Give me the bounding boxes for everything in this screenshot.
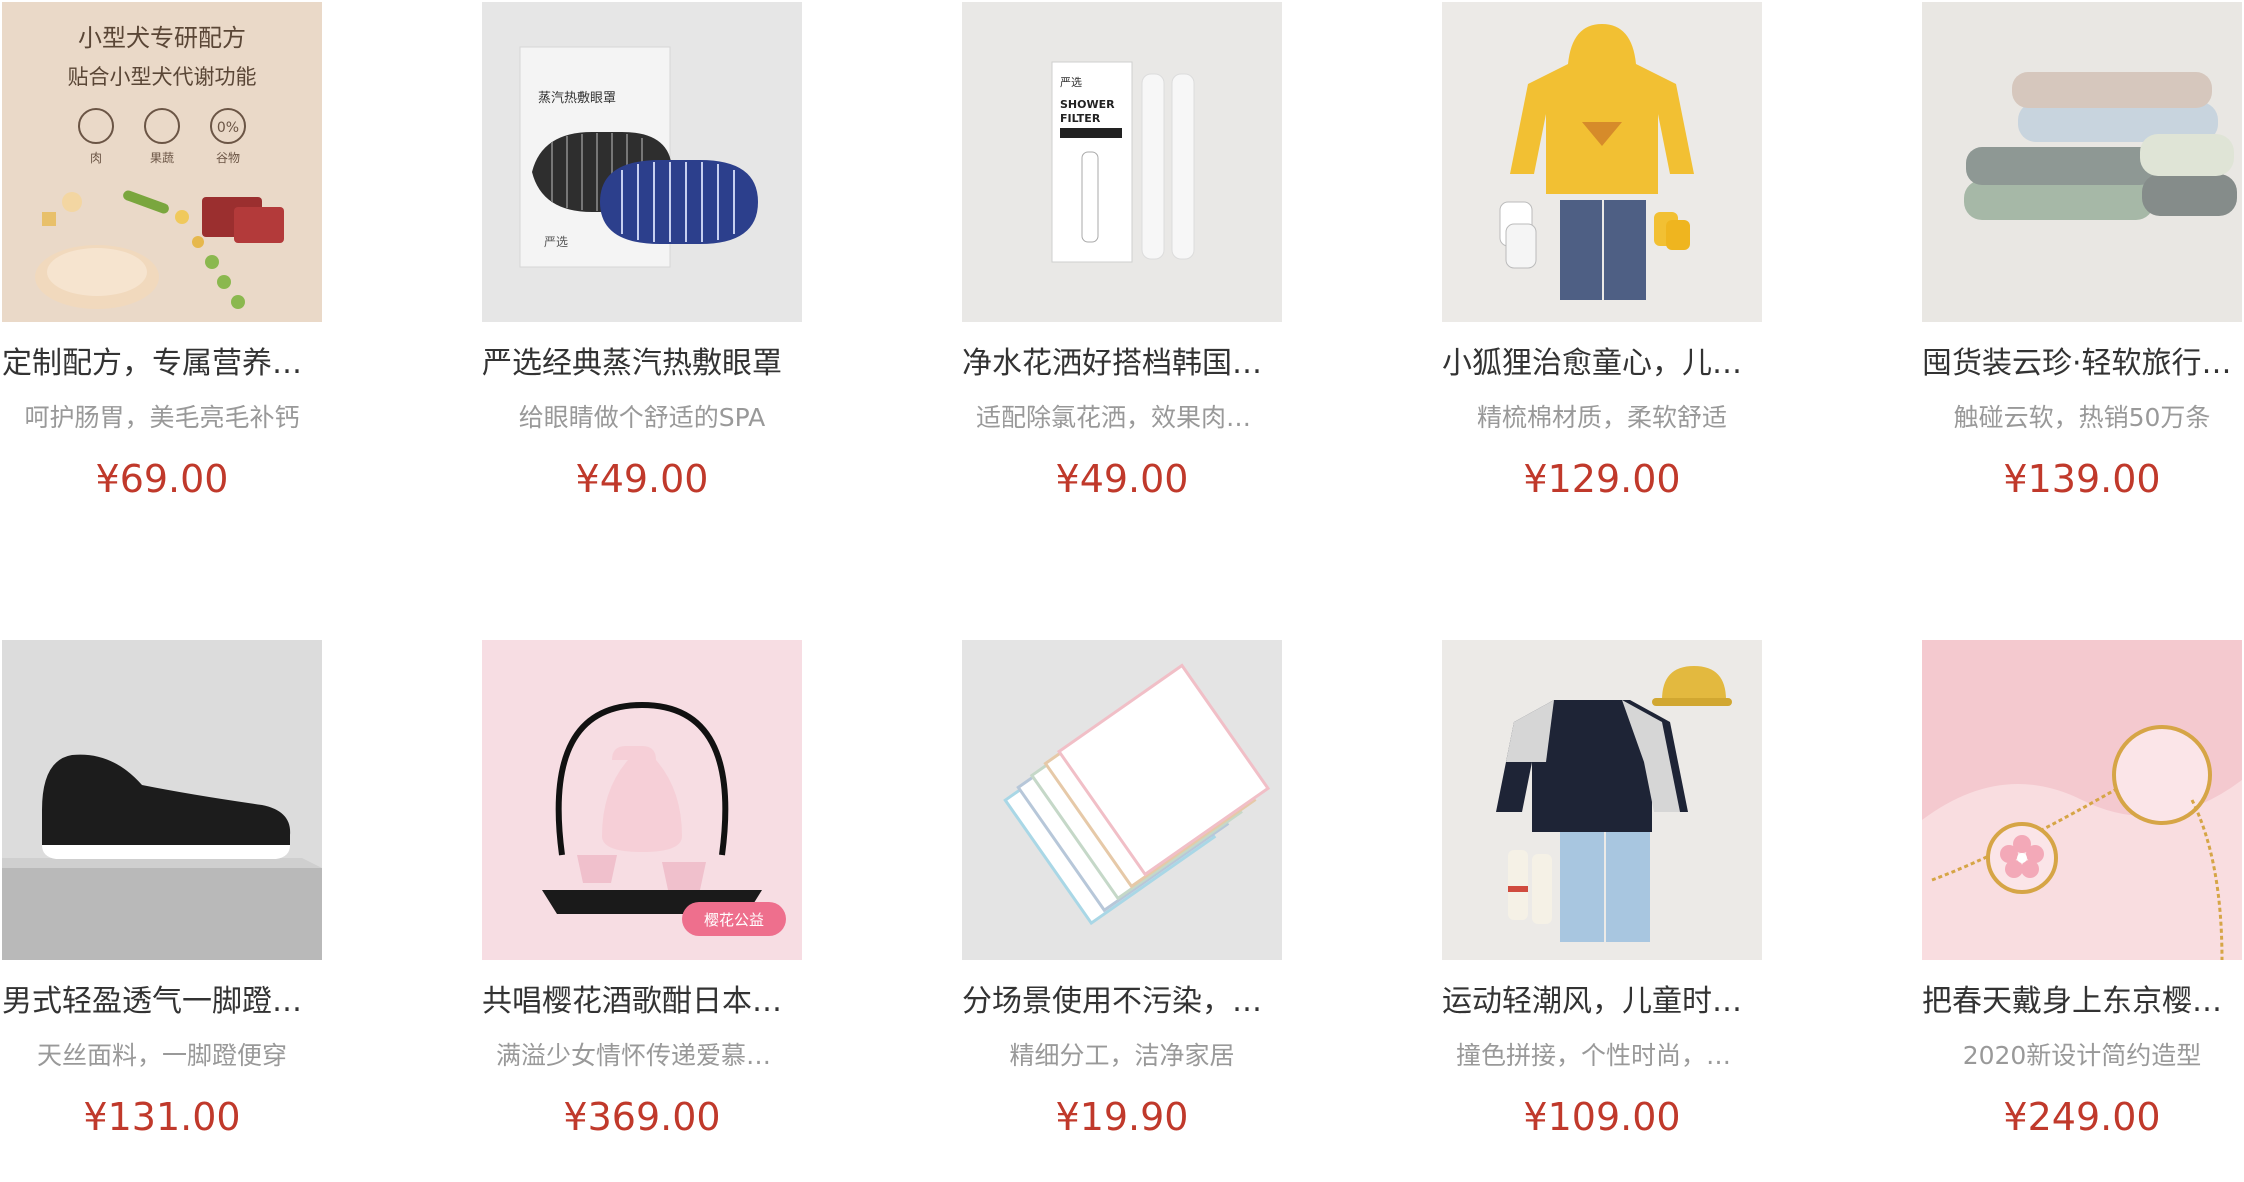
product-price: ¥249.00	[2003, 1095, 2161, 1139]
product-desc: 天丝面料，一脚蹬便穿	[36, 1041, 287, 1070]
product-desc: 撞色拼接，个性时尚，百搭	[1456, 1041, 1757, 1070]
product-desc: 触碰云软，热销50万条	[1953, 403, 2211, 432]
product-image[interactable]	[1442, 2, 1762, 322]
product-image[interactable]	[2, 640, 322, 960]
product-price: ¥69.00	[95, 457, 229, 501]
product-title[interactable]: 共唱樱花酒歌酣日本清酒套装	[482, 980, 802, 1024]
product-desc: 精梳棉材质，柔软舒适	[1476, 403, 1727, 432]
sakura-tag: 樱花公益	[704, 911, 764, 929]
product-price: ¥129.00	[1523, 457, 1681, 501]
product-price: ¥131.00	[83, 1095, 241, 1139]
product-desc: 给眼睛做个舒适的SPA	[518, 403, 766, 432]
product-price: ¥139.00	[2003, 457, 2161, 501]
product-title[interactable]: 净水花洒好搭档韩国进口	[962, 342, 1282, 386]
product-image[interactable]	[1922, 640, 2242, 960]
product-title[interactable]: 囤货装云珍·轻软旅行毛巾	[1922, 342, 2242, 386]
badge-pct: 0%	[217, 120, 239, 136]
product-title[interactable]: 男式轻盈透气一脚蹬休闲鞋	[2, 980, 322, 1024]
product-title[interactable]: 运动轻潮风，儿童时尚卫衣	[1442, 980, 1762, 1024]
product-title[interactable]: 小狐狸治愈童心，儿童卫衣	[1442, 342, 1762, 386]
pack-label: 蒸汽热敷眼罩	[538, 91, 616, 106]
image-headline: 小型犬专研配方	[78, 24, 246, 52]
product-desc: 2020新设计简约造型	[1962, 1041, 2202, 1070]
product-card[interactable]: 严选 SHOWER FILTER 净水花洒好搭档韩国进口 适配除氯花洒，效果肉眼…	[962, 2, 1282, 502]
product-image[interactable]: 蒸汽热敷眼罩 严选	[482, 2, 802, 322]
product-image[interactable]: 严选 SHOWER FILTER	[962, 2, 1282, 322]
image-subhead: 贴合小型犬代谢功能	[68, 65, 257, 89]
pack-brand: 严选	[544, 235, 568, 249]
product-desc: 满溢少女情怀传递爱慕之情	[496, 1041, 797, 1070]
product-title[interactable]: 严选经典蒸汽热敷眼罩	[482, 342, 802, 386]
product-grid: 小型犬专研配方 贴合小型犬代谢功能 0% 肉 果蔬 谷物 定制配方，专属营养配比…	[0, 0, 2244, 1182]
product-price: ¥49.00	[575, 457, 709, 501]
svg-text:肉: 肉	[90, 151, 102, 165]
product-card[interactable]: 蒸汽热敷眼罩 严选 严选经典蒸汽热敷眼罩 给眼睛做个舒适的SPA ¥49.00	[482, 2, 802, 502]
product-image[interactable]: 樱花公益	[482, 640, 802, 960]
product-card[interactable]: 樱花公益 共唱樱花酒歌酣日本清酒套装 满溢少女情怀传递爱慕之情 ¥369.00	[482, 640, 802, 1140]
product-title[interactable]: 定制配方，专属营养配比	[2, 342, 322, 386]
svg-text:谷物: 谷物	[216, 151, 240, 165]
product-price: ¥109.00	[1523, 1095, 1681, 1139]
product-card[interactable]: 分场景使用不污染，方巾套装 精细分工，洁净家居 ¥19.90	[962, 640, 1282, 1140]
svg-text:严选: 严选	[1060, 76, 1082, 89]
product-image[interactable]	[1922, 2, 2242, 322]
product-card[interactable]: 把春天戴身上东京樱花项链 2020新设计简约造型 ¥249.00	[1922, 640, 2242, 1140]
product-desc: 适配除氯花洒，效果肉眼可见	[976, 403, 1282, 432]
svg-text:果蔬: 果蔬	[150, 151, 174, 165]
product-desc: 呵护肠胃，美毛亮毛补钙	[24, 403, 300, 432]
product-desc: 精细分工，洁净家居	[1009, 1041, 1235, 1070]
product-title[interactable]: 把春天戴身上东京樱花项链	[1922, 980, 2242, 1024]
product-card[interactable]: 小型犬专研配方 贴合小型犬代谢功能 0% 肉 果蔬 谷物 定制配方，专属营养配比…	[2, 2, 322, 502]
product-price: ¥19.90	[1055, 1095, 1189, 1139]
product-card[interactable]: 男式轻盈透气一脚蹬休闲鞋 天丝面料，一脚蹬便穿 ¥131.00	[2, 640, 322, 1140]
product-card[interactable]: 运动轻潮风，儿童时尚卫衣 撞色拼接，个性时尚，百搭 ¥109.00	[1442, 640, 1762, 1140]
box-line2: FILTER	[1060, 112, 1101, 125]
product-price: ¥49.00	[1055, 457, 1189, 501]
product-title[interactable]: 分场景使用不污染，方巾套装	[962, 980, 1282, 1024]
product-card[interactable]: 小狐狸治愈童心，儿童卫衣 精梳棉材质，柔软舒适 ¥129.00	[1442, 2, 1762, 502]
product-image[interactable]	[962, 640, 1282, 960]
product-price: ¥369.00	[563, 1095, 721, 1139]
product-image[interactable]	[1442, 640, 1762, 960]
box-line1: SHOWER	[1060, 98, 1115, 111]
product-image[interactable]: 小型犬专研配方 贴合小型犬代谢功能 0% 肉 果蔬 谷物	[2, 2, 322, 322]
product-card[interactable]: 囤货装云珍·轻软旅行毛巾 触碰云软，热销50万条 ¥139.00	[1922, 2, 2242, 502]
